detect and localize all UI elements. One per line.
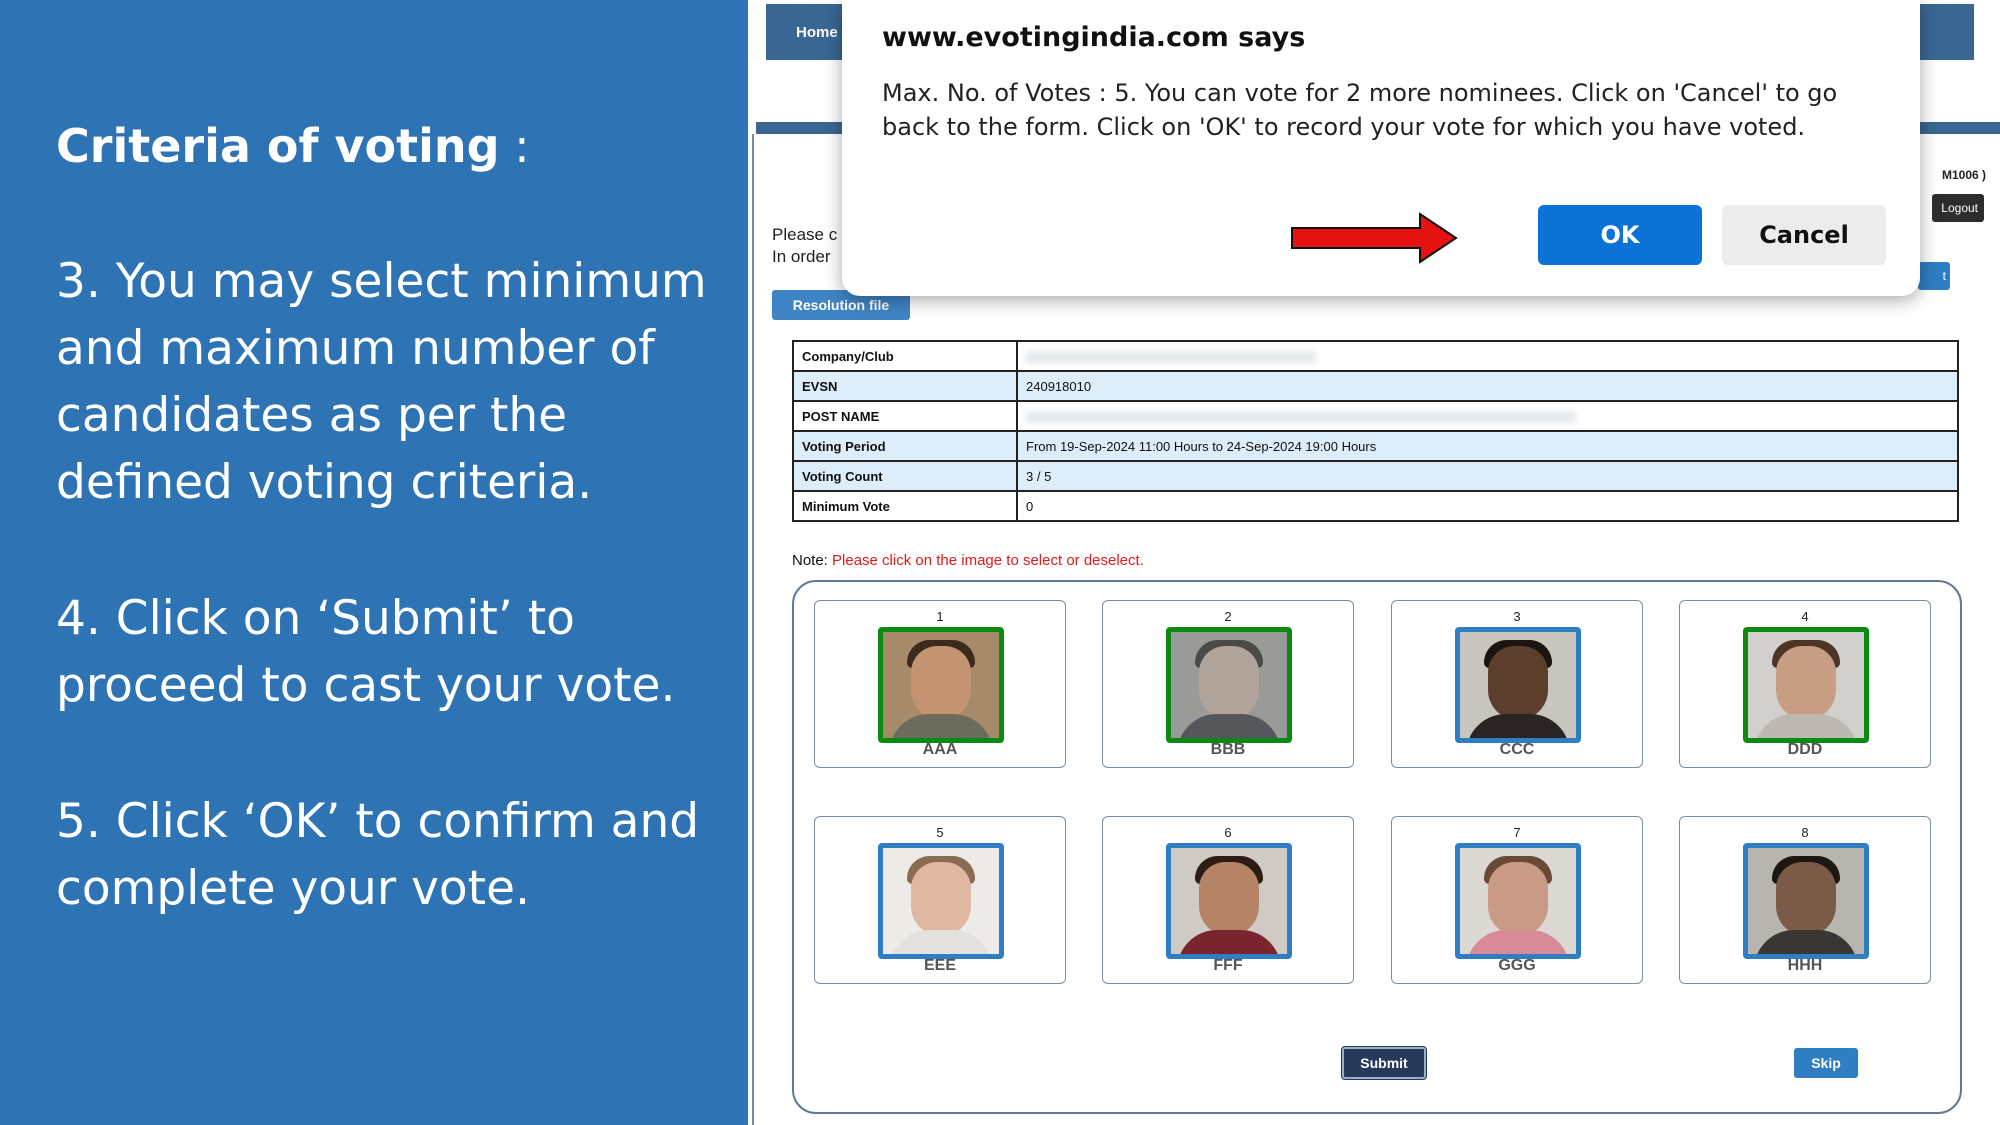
info-value: 0: [1016, 490, 1959, 522]
candidate-number: 2: [1224, 609, 1232, 624]
candidate-name: FFF: [1213, 957, 1243, 974]
info-label: EVSN: [792, 370, 1018, 402]
candidate-name: BBB: [1210, 741, 1246, 758]
candidate-card[interactable]: 5 EEE: [814, 816, 1066, 984]
evoting-screenshot: Home M1006 ) Logout t Please c In order …: [748, 0, 2000, 1125]
info-value: From 19-Sep-2024 11:00 Hours to 24-Sep-2…: [1016, 430, 1959, 462]
user-id-suffix: M1006 ): [1941, 168, 1986, 182]
candidate-name: CCC: [1499, 741, 1535, 758]
candidate-panel: 1 AAA 2 BBB 3 CCC 4 DDD 5 EEE 6 FFF 7 GG…: [792, 580, 1962, 1114]
candidate-name: HHH: [1787, 957, 1823, 974]
candidate-number: 6: [1224, 825, 1232, 840]
note-label: Note:: [792, 552, 828, 569]
candidate-name: AAA: [922, 741, 958, 758]
info-row-evsn: EVSN 240918010: [792, 370, 1959, 402]
info-label: Voting Period: [792, 430, 1018, 462]
instruction-title-bold: Criteria of voting: [56, 119, 500, 173]
red-arrow-icon: [1291, 212, 1458, 264]
candidate-number: 5: [936, 825, 944, 840]
candidate-number: 7: [1513, 825, 1521, 840]
info-label: Voting Count: [792, 460, 1018, 492]
ok-button[interactable]: OK: [1538, 205, 1702, 265]
info-value: 240918010: [1016, 370, 1959, 402]
content-left-border: [752, 134, 754, 1125]
info-row-post-name: POST NAME: [792, 400, 1959, 432]
instructions-line-2: In order: [772, 247, 831, 266]
info-value: 3 / 5: [1016, 460, 1959, 492]
info-row-voting-count: Voting Count 3 / 5: [792, 460, 1959, 492]
candidate-card[interactable]: 8 HHH: [1679, 816, 1931, 984]
candidate-number: 1: [936, 609, 944, 624]
dialog-title: www.evotingindia.com says: [882, 22, 1306, 53]
confirm-dialog: www.evotingindia.com says Max. No. of Vo…: [842, 0, 1920, 296]
nav-home-link[interactable]: Home: [796, 24, 838, 41]
candidate-card[interactable]: 6 FFF: [1102, 816, 1354, 984]
instruction-step-4: 4. Click on ‘Submit’ to proceed to cast …: [56, 591, 676, 713]
candidate-photo[interactable]: [1455, 627, 1581, 743]
note-text: Please click on the image to select or d…: [827, 552, 1144, 569]
info-value-blurred: [1016, 400, 1959, 432]
instruction-panel: Criteria of voting : 3. You may select m…: [0, 0, 748, 1125]
candidate-number: 3: [1513, 609, 1521, 624]
candidate-photo[interactable]: [1743, 843, 1869, 959]
candidate-name: GGG: [1498, 957, 1536, 974]
candidate-name: EEE: [923, 957, 956, 974]
candidate-card[interactable]: 2 BBB: [1102, 600, 1354, 768]
info-label: Minimum Vote: [792, 490, 1018, 522]
candidate-photo[interactable]: [878, 627, 1004, 743]
candidate-card[interactable]: 4 DDD: [1679, 600, 1931, 768]
selection-note: Note: Please click on the image to selec…: [792, 552, 1144, 569]
info-value-blurred: [1016, 340, 1959, 372]
candidate-number: 4: [1801, 609, 1809, 624]
instructions-line-1: Please c: [772, 225, 838, 244]
instruction-step-3: 3. You may select minimum and maximum nu…: [56, 254, 707, 510]
info-row-voting-period: Voting Period From 19-Sep-2024 11:00 Hou…: [792, 430, 1959, 462]
dialog-message: Max. No. of Votes : 5. You can vote for …: [882, 79, 1838, 141]
instruction-title-colon: :: [499, 119, 530, 173]
instruction-title: Criteria of voting :: [56, 115, 530, 177]
info-row-minimum-vote: Minimum Vote 0: [792, 490, 1959, 522]
candidate-number: 8: [1801, 825, 1809, 840]
partial-button[interactable]: t: [1918, 262, 1950, 290]
candidate-card[interactable]: 7 GGG: [1391, 816, 1643, 984]
skip-button[interactable]: Skip: [1794, 1048, 1858, 1078]
cancel-button[interactable]: Cancel: [1722, 205, 1886, 265]
info-label: POST NAME: [792, 400, 1018, 432]
candidate-name: DDD: [1787, 741, 1823, 758]
candidate-photo[interactable]: [878, 843, 1004, 959]
logout-button[interactable]: Logout: [1932, 194, 1984, 222]
candidate-card[interactable]: 1 AAA: [814, 600, 1066, 768]
election-info-table: Company/Club EVSN 240918010 POST NAME Vo…: [792, 340, 1959, 522]
candidate-photo[interactable]: [1166, 627, 1292, 743]
candidate-card[interactable]: 3 CCC: [1391, 600, 1643, 768]
info-row-company: Company/Club: [792, 340, 1959, 372]
info-label: Company/Club: [792, 340, 1018, 372]
instruction-step-5: 5. Click ‘OK’ to confirm and complete yo…: [56, 794, 700, 916]
instructions-text: Please c In order: [772, 224, 837, 268]
submit-button[interactable]: Submit: [1342, 1047, 1426, 1079]
candidate-photo[interactable]: [1455, 843, 1581, 959]
candidate-photo[interactable]: [1743, 627, 1869, 743]
candidate-photo[interactable]: [1166, 843, 1292, 959]
